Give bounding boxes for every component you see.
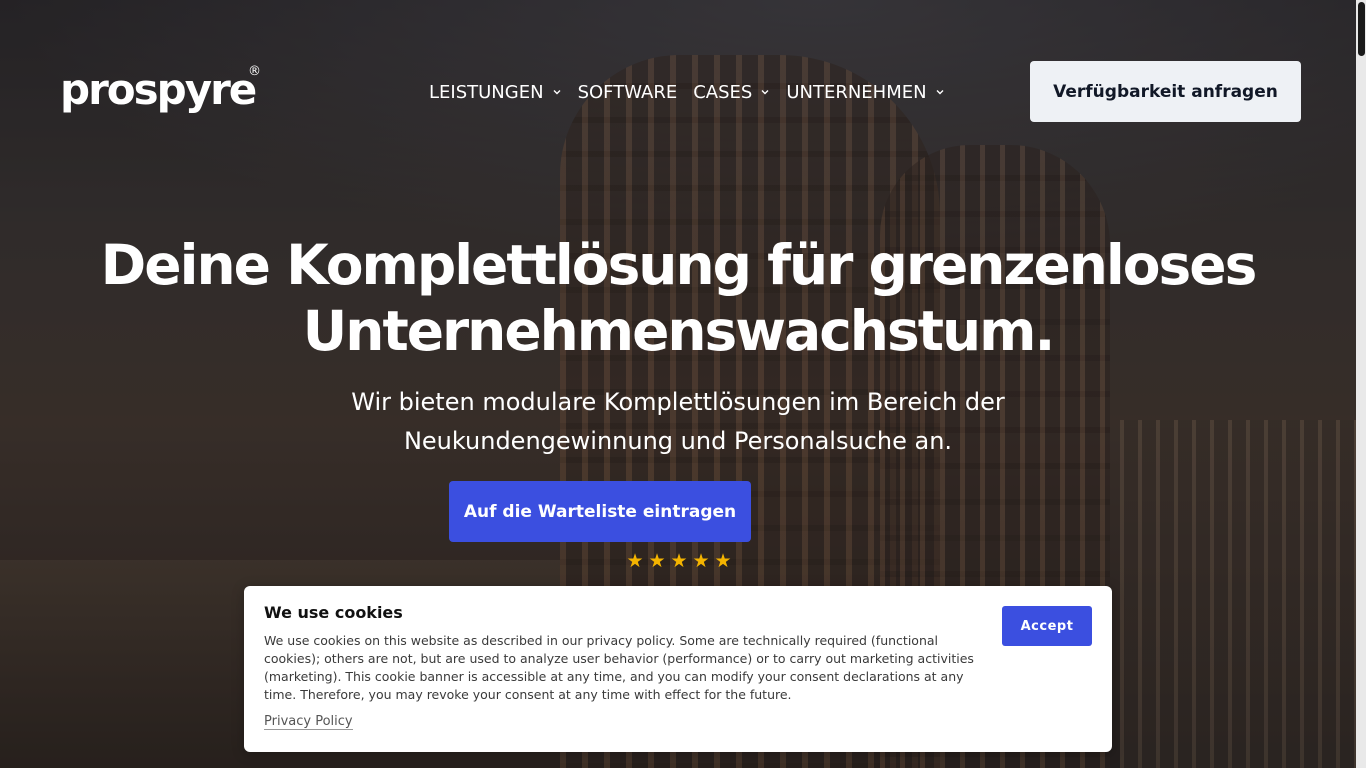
star-icon: ★ bbox=[692, 551, 710, 572]
star-icon: ★ bbox=[714, 551, 732, 572]
join-waitlist-button[interactable]: Auf die Warteliste eintragen bbox=[449, 481, 751, 542]
subline-line: Wir bieten modulare Komplettlösungen im … bbox=[351, 388, 1005, 416]
star-icon: ★ bbox=[626, 551, 644, 572]
cookie-title: We use cookies bbox=[264, 603, 403, 622]
scrollbar-thumb[interactable] bbox=[1358, 2, 1365, 56]
nav-item-leistungen[interactable]: LEISTUNGEN bbox=[429, 82, 562, 103]
nav-item-software[interactable]: SOFTWARE bbox=[578, 82, 678, 103]
registered-mark: ® bbox=[248, 64, 261, 79]
nav-item-unternehmen[interactable]: UNTERNEHMEN bbox=[786, 82, 944, 103]
headline-line: Unternehmenswachstum. bbox=[302, 299, 1056, 363]
cookie-banner: We use cookies We use cookies on this we… bbox=[244, 586, 1112, 752]
star-icon: ★ bbox=[648, 551, 666, 572]
nav-item-label: UNTERNEHMEN bbox=[786, 81, 927, 103]
nav-item-cases[interactable]: CASES bbox=[693, 82, 770, 103]
nav-item-label: LEISTUNGEN bbox=[429, 81, 544, 103]
hero-subline: Wir bieten modulare Komplettlösungen im … bbox=[0, 383, 1356, 461]
star-icon: ★ bbox=[670, 551, 688, 572]
subline-line: Neukundengewinnung und Personalsuche an. bbox=[403, 427, 953, 455]
rating-stars: ★ ★ ★ ★ ★ bbox=[624, 552, 734, 572]
chevron-down-icon bbox=[936, 90, 944, 95]
cookie-body: We use cookies on this website as descri… bbox=[264, 633, 974, 702]
main-nav: LEISTUNGEN SOFTWARE CASES UNTERNEHMEN bbox=[429, 79, 961, 105]
accept-cookies-button[interactable]: Accept bbox=[1002, 606, 1092, 646]
nav-item-label: SOFTWARE bbox=[577, 81, 678, 103]
page-scrollbar[interactable] bbox=[1356, 0, 1366, 768]
request-availability-button[interactable]: Verfügbarkeit anfragen bbox=[1030, 61, 1301, 122]
hero-headline: Deine Komplettlösung für grenzenloses Un… bbox=[0, 232, 1356, 364]
logo-text: prospyre bbox=[60, 65, 257, 114]
chevron-down-icon bbox=[761, 90, 769, 95]
headline-line: Deine Komplettlösung für grenzenloses bbox=[100, 233, 1258, 297]
nav-item-label: CASES bbox=[693, 81, 753, 103]
logo[interactable]: prospyre bbox=[60, 64, 257, 116]
privacy-policy-link[interactable]: Privacy Policy bbox=[264, 714, 353, 730]
chevron-down-icon bbox=[553, 90, 561, 95]
